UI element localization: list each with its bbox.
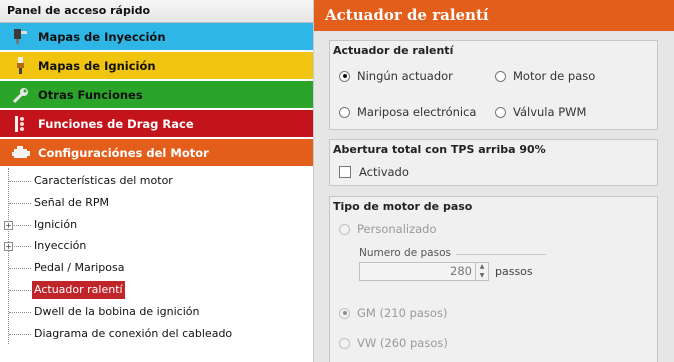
tree-item-ignition[interactable]: + Ignición xyxy=(0,214,313,236)
wrench-icon xyxy=(12,88,28,104)
tps-enabled-checkbox[interactable]: Activado xyxy=(339,165,409,179)
tree-item-pedal-throttle[interactable]: Pedal / Mariposa xyxy=(0,257,313,279)
tree-item-injection[interactable]: + Inyección xyxy=(0,235,313,257)
group-title: Tipo de motor de paso xyxy=(333,200,473,213)
spin-up-icon[interactable]: ▲ xyxy=(476,263,488,272)
tree-item-wiring-diagram[interactable]: Diagrama de conexión del cableado xyxy=(0,323,313,345)
settings-panel: Actuador de ralentí Actuador de ralentí … xyxy=(314,0,674,362)
radio-icon[interactable] xyxy=(339,223,350,235)
tps-full-open-group: Abertura total con TPS arriba 90% Activa… xyxy=(329,139,658,186)
steps-label-divider xyxy=(456,254,546,255)
steps-input[interactable]: 280 xyxy=(359,262,476,281)
injector-icon xyxy=(14,29,27,44)
tree-item-rpm-signal[interactable]: Señal de RPM xyxy=(0,192,313,214)
panel-title: Panel de acceso rápido xyxy=(0,0,313,23)
category-label: Funciones de Drag Race xyxy=(38,117,194,131)
engine-icon xyxy=(12,146,30,158)
category-label: Otras Funciones xyxy=(38,88,143,102)
radio-gm-210[interactable]: GM (210 pasos) xyxy=(339,306,447,320)
radio-icon[interactable] xyxy=(339,337,350,349)
spin-down-icon[interactable]: ▼ xyxy=(476,272,488,281)
radio-stepper-motor[interactable]: Motor de paso xyxy=(495,69,595,83)
radio-custom[interactable]: Personalizado xyxy=(339,222,437,236)
radio-no-actuator[interactable]: Ningún actuador xyxy=(339,69,453,83)
tree-item-coil-dwell[interactable]: Dwell de la bobina de ignición xyxy=(0,301,313,323)
spark-plug-icon xyxy=(17,57,24,74)
settings-tree: Características del motor Señal de RPM +… xyxy=(0,168,313,345)
radio-selected-icon[interactable] xyxy=(339,307,350,319)
radio-icon[interactable] xyxy=(495,70,506,82)
category-injection-maps[interactable]: Mapas de Inyección xyxy=(0,23,313,52)
tree-item-engine-characteristics[interactable]: Características del motor xyxy=(0,170,313,192)
actuator-type-group: Actuador de ralentí Ningún actuador Moto… xyxy=(329,40,658,130)
category-drag-race[interactable]: Funciones de Drag Race xyxy=(0,110,313,139)
page-title: Actuador de ralentí xyxy=(314,0,674,31)
checkbox-icon[interactable] xyxy=(339,166,351,178)
spin-arrows[interactable]: ▲ ▼ xyxy=(476,262,489,281)
steps-label: Numero de pasos xyxy=(359,247,451,259)
radio-vw-260[interactable]: VW (260 pasos) xyxy=(339,336,448,350)
expand-icon[interactable]: + xyxy=(4,242,13,252)
tree-item-idle-actuator[interactable]: Actuador ralentí xyxy=(0,279,313,301)
category-other-functions[interactable]: Otras Funciones xyxy=(0,81,313,110)
drag-race-icon xyxy=(15,116,24,132)
stepper-motor-type-group: Tipo de motor de paso Personalizado Nume… xyxy=(329,196,658,362)
group-title: Abertura total con TPS arriba 90% xyxy=(333,143,546,156)
category-ignition-maps[interactable]: Mapas de Ignición xyxy=(0,52,313,81)
radio-icon[interactable] xyxy=(339,106,350,118)
category-engine-settings[interactable]: Configuraciónes del Motor xyxy=(0,139,313,168)
category-label: Configuraciónes del Motor xyxy=(38,146,209,160)
radio-pwm-valve[interactable]: Válvula PWM xyxy=(495,105,586,119)
category-label: Mapas de Inyección xyxy=(38,30,166,44)
group-title: Actuador de ralentí xyxy=(333,44,454,57)
radio-selected-icon[interactable] xyxy=(339,70,350,82)
quick-access-panel: Panel de acceso rápido Mapas de Inyecció… xyxy=(0,0,314,362)
expand-icon[interactable]: + xyxy=(4,220,13,230)
radio-icon[interactable] xyxy=(495,106,506,118)
steps-spinbox[interactable]: 280 ▲ ▼ passos xyxy=(359,262,533,281)
steps-unit: passos xyxy=(495,265,533,278)
category-label: Mapas de Ignición xyxy=(38,59,156,73)
radio-electronic-throttle[interactable]: Mariposa electrónica xyxy=(339,105,476,119)
